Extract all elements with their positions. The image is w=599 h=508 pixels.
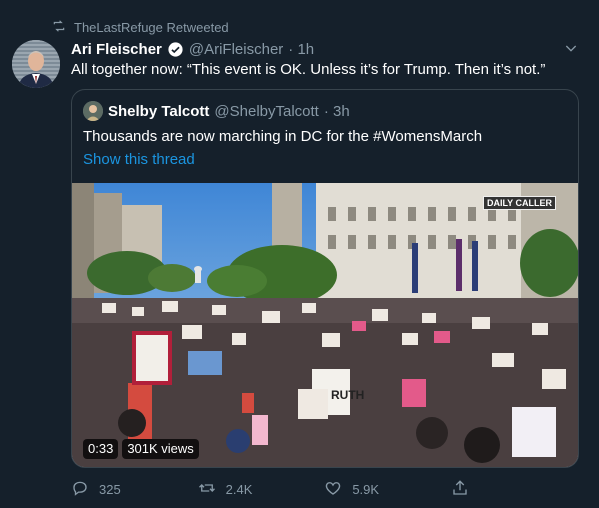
tweet-actions: 325 2.4K 5.9K	[71, 478, 511, 500]
heart-icon	[324, 479, 342, 500]
video-frame: RUTH	[72, 183, 578, 467]
quoted-tweet-text: Thousands are now marching in DC for the…	[83, 128, 483, 145]
retweet-context: TheLastRefuge Retweeted	[52, 18, 229, 36]
video-views: 301K views	[122, 439, 199, 459]
quoted-tweet-header: Shelby Talcott @ShelbyTalcott · 3h	[83, 100, 350, 122]
tweet-header: Ari Fleischer @AriFleischer · 1h	[71, 39, 559, 59]
author-name[interactable]: Ari Fleischer	[71, 41, 162, 58]
quoted-author-handle: @ShelbyTalcott	[214, 102, 319, 120]
verified-badge-icon	[167, 41, 184, 58]
chevron-down-icon[interactable]	[563, 40, 579, 56]
reply-button[interactable]: 325	[71, 479, 131, 500]
like-button[interactable]: 5.9K	[324, 479, 384, 500]
sign-text: RUTH	[331, 388, 364, 402]
daily-caller-watermark: DAILY CALLER	[482, 196, 556, 210]
retweet-icon	[52, 19, 66, 36]
share-icon	[451, 479, 469, 500]
retweet-button[interactable]: 2.4K	[198, 479, 258, 500]
video-player[interactable]: RUTH DAILY CALLER 0:33 301K views	[72, 183, 578, 467]
retweet-context-text[interactable]: TheLastRefuge Retweeted	[74, 20, 229, 35]
video-stats: 0:33 301K views	[83, 439, 199, 459]
show-thread-link[interactable]: Show this thread	[83, 150, 195, 170]
tweet-time[interactable]: · 1h	[288, 41, 314, 58]
reply-count: 325	[99, 481, 121, 497]
reply-icon	[71, 479, 89, 500]
quoted-author-avatar	[83, 101, 103, 121]
tweet-text: All together now: “This event is OK. Unl…	[71, 61, 546, 78]
author-handle[interactable]: @AriFleischer	[189, 41, 283, 58]
quoted-tweet-time: · 3h	[323, 102, 350, 120]
share-button[interactable]	[451, 479, 511, 500]
author-avatar[interactable]	[12, 40, 60, 88]
retweet-action-icon	[198, 479, 216, 500]
like-count: 5.9K	[352, 481, 380, 497]
video-duration: 0:33	[83, 439, 119, 459]
retweet-count: 2.4K	[225, 481, 253, 497]
tweet[interactable]: TheLastRefuge Retweeted Ari Fleischer @A…	[0, 0, 599, 508]
quoted-tweet[interactable]: Shelby Talcott @ShelbyTalcott · 3h Thous…	[71, 89, 579, 468]
quoted-author-name: Shelby Talcott	[108, 102, 210, 120]
